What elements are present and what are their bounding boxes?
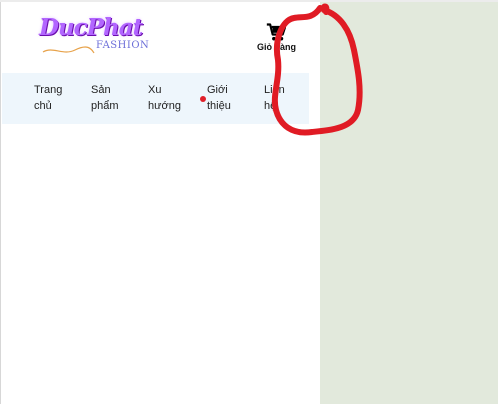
nav-item-label-line2: phẩm: [91, 100, 119, 112]
brand-logo[interactable]: DucPhat FASHION: [39, 14, 149, 56]
logo-swirl-icon: [42, 46, 95, 54]
nav-item-products[interactable]: Sản phẩm: [91, 82, 131, 114]
nav-item-label-line2: chủ: [34, 100, 52, 112]
nav-item-label-line1: Xu: [148, 84, 162, 96]
nav-item-label-line2: hướng: [148, 100, 181, 112]
active-indicator-dot: [200, 96, 206, 102]
nav-item-label-line2: thiệu: [207, 100, 231, 112]
red-circle-annotation-icon: [271, 3, 363, 136]
nav-item-trends[interactable]: Xu hướng: [148, 82, 188, 114]
logo-script-text: DucPhat: [39, 14, 143, 41]
nav-item-home[interactable]: Trang chủ: [34, 82, 74, 114]
nav-item-label-line1: Giới: [207, 84, 228, 96]
nav-item-label-line1: Trang: [34, 84, 63, 96]
nav-item-label-line1: Sản: [91, 84, 111, 96]
logo-subtitle: FASHION: [96, 40, 150, 51]
top-border: [0, 0, 498, 2]
nav-item-about[interactable]: Giới thiệu: [207, 82, 247, 114]
